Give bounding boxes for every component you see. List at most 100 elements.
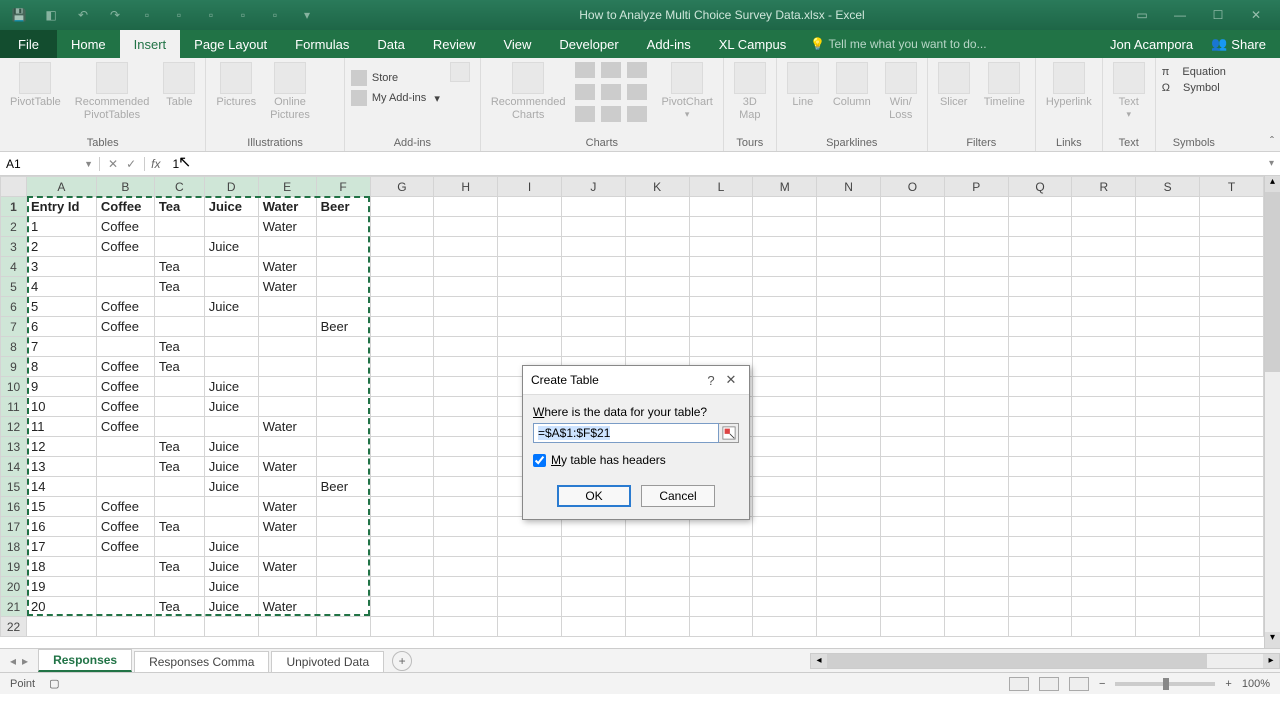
cell[interactable]	[944, 337, 1008, 357]
cell[interactable]: Beer	[316, 477, 370, 497]
cell[interactable]: 10	[26, 397, 96, 417]
cell[interactable]	[370, 437, 434, 457]
cell[interactable]	[944, 537, 1008, 557]
cell[interactable]: Beer	[316, 197, 370, 217]
cell[interactable]	[944, 457, 1008, 477]
enter-formula-icon[interactable]: ✓	[126, 157, 136, 171]
cell[interactable]	[561, 557, 625, 577]
cell[interactable]: 2	[26, 237, 96, 257]
cell[interactable]	[1072, 377, 1136, 397]
cell[interactable]	[817, 317, 881, 337]
cell[interactable]	[370, 617, 434, 637]
cell[interactable]	[316, 377, 370, 397]
zoom-level[interactable]: 100%	[1242, 678, 1270, 690]
row-header[interactable]: 19	[1, 557, 27, 577]
cell[interactable]	[96, 557, 154, 577]
tell-me-search[interactable]: 💡 Tell me what you want to do...	[810, 30, 986, 58]
cell[interactable]	[316, 357, 370, 377]
cell[interactable]	[689, 237, 753, 257]
chart-type-icon[interactable]	[627, 84, 647, 100]
cell[interactable]	[498, 217, 562, 237]
cell[interactable]	[689, 257, 753, 277]
cell[interactable]	[434, 517, 498, 537]
table-button[interactable]: Table	[159, 60, 199, 111]
cell[interactable]: 16	[26, 517, 96, 537]
cell[interactable]	[258, 357, 316, 377]
cell[interactable]	[561, 577, 625, 597]
cell[interactable]	[689, 557, 753, 577]
cell[interactable]: 15	[26, 497, 96, 517]
cell[interactable]	[880, 257, 944, 277]
cell[interactable]	[1200, 477, 1264, 497]
cell[interactable]	[434, 357, 498, 377]
cell[interactable]	[1072, 217, 1136, 237]
cell[interactable]	[625, 317, 689, 337]
cell[interactable]	[880, 297, 944, 317]
cell[interactable]	[561, 277, 625, 297]
cell[interactable]	[753, 277, 817, 297]
cell[interactable]	[316, 537, 370, 557]
cell[interactable]: Water	[258, 497, 316, 517]
cell[interactable]	[625, 617, 689, 637]
cell[interactable]	[561, 237, 625, 257]
cell[interactable]	[880, 517, 944, 537]
cell[interactable]	[498, 277, 562, 297]
cell[interactable]	[880, 217, 944, 237]
cell[interactable]	[498, 237, 562, 257]
cell[interactable]: Coffee	[96, 357, 154, 377]
cell[interactable]	[434, 457, 498, 477]
cell[interactable]	[154, 397, 204, 417]
cell[interactable]	[1008, 537, 1072, 557]
row-header[interactable]: 14	[1, 457, 27, 477]
row-header[interactable]: 13	[1, 437, 27, 457]
cell[interactable]	[1136, 237, 1200, 257]
cell[interactable]	[1136, 517, 1200, 537]
cell[interactable]	[880, 237, 944, 257]
pictures-button[interactable]: Pictures	[212, 60, 260, 111]
cell[interactable]	[817, 577, 881, 597]
cell[interactable]	[434, 537, 498, 557]
cell[interactable]	[753, 497, 817, 517]
cell[interactable]	[258, 537, 316, 557]
cell[interactable]	[258, 237, 316, 257]
cell[interactable]	[689, 277, 753, 297]
cell[interactable]	[204, 417, 258, 437]
column-header[interactable]: N	[817, 177, 881, 197]
cell[interactable]	[154, 537, 204, 557]
cell[interactable]	[498, 197, 562, 217]
cell[interactable]	[1008, 317, 1072, 337]
cell[interactable]	[1200, 597, 1264, 617]
cell[interactable]	[944, 197, 1008, 217]
cell[interactable]	[204, 617, 258, 637]
cell[interactable]: Coffee	[96, 397, 154, 417]
cell[interactable]	[154, 497, 204, 517]
cell[interactable]	[1072, 537, 1136, 557]
cell[interactable]	[370, 237, 434, 257]
column-header[interactable]: G	[370, 177, 434, 197]
cell[interactable]: Tea	[154, 357, 204, 377]
cell[interactable]	[817, 617, 881, 637]
cell[interactable]	[880, 577, 944, 597]
qat-icon[interactable]: ▫	[170, 6, 188, 24]
cell[interactable]	[817, 557, 881, 577]
cell[interactable]	[1072, 257, 1136, 277]
cell[interactable]	[817, 357, 881, 377]
hyperlink-button[interactable]: Hyperlink	[1042, 60, 1096, 111]
zoom-slider[interactable]	[1115, 682, 1215, 686]
cell[interactable]	[316, 437, 370, 457]
sheet-tab[interactable]: Responses	[38, 649, 132, 672]
scroll-left-icon[interactable]: ◂	[811, 654, 827, 668]
cell[interactable]	[625, 217, 689, 237]
cell[interactable]	[434, 317, 498, 337]
cell[interactable]	[625, 297, 689, 317]
cell[interactable]	[96, 257, 154, 277]
cell[interactable]	[1072, 477, 1136, 497]
page-layout-view-button[interactable]	[1039, 677, 1059, 691]
cell[interactable]	[434, 417, 498, 437]
cell[interactable]	[434, 557, 498, 577]
cell[interactable]	[753, 377, 817, 397]
save-icon[interactable]: 💾	[10, 6, 28, 24]
cell[interactable]	[370, 457, 434, 477]
collapse-dialog-button[interactable]	[719, 423, 739, 443]
cell[interactable]	[316, 577, 370, 597]
